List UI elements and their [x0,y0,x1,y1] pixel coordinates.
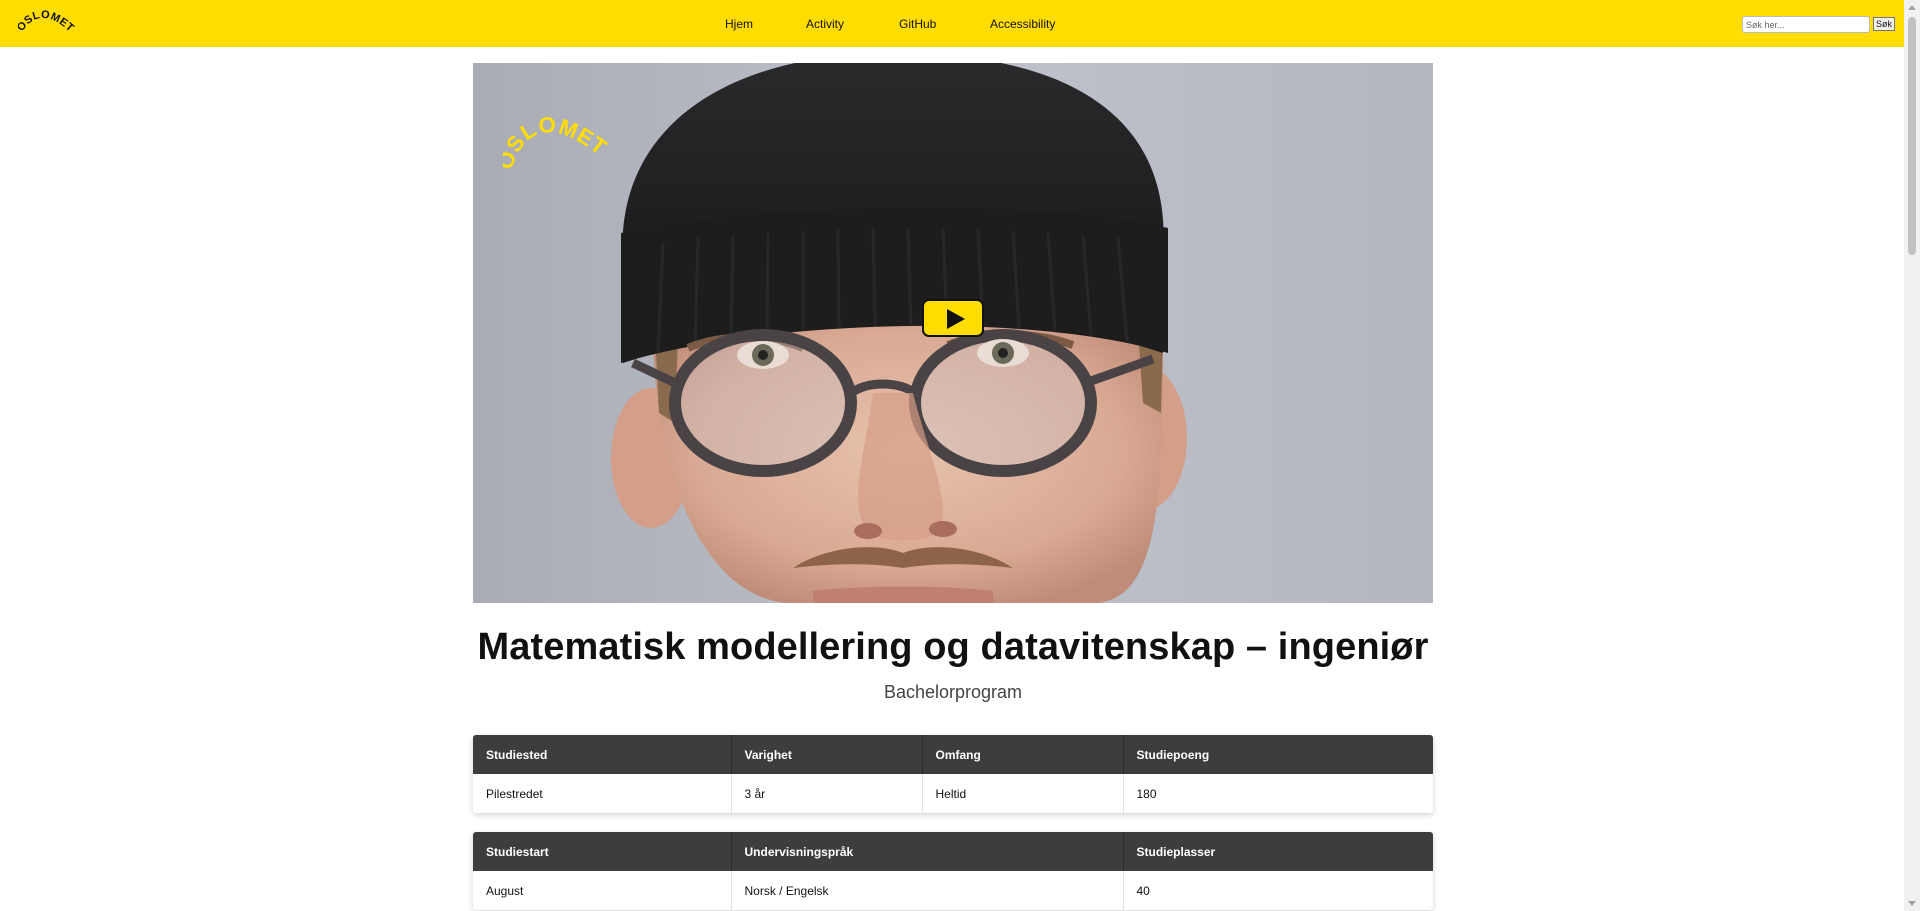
table-header: Studiestart [473,832,732,871]
play-button[interactable] [922,299,984,337]
table-cell: 180 [1123,774,1433,813]
program-info-table-2: Studiestart Undervisningspråk Studieplas… [473,832,1433,910]
scroll-down-arrow-icon[interactable] [1908,901,1916,906]
nav-link-hjem[interactable]: Hjem [725,17,753,31]
page-scrollbar[interactable] [1904,0,1920,911]
video-logo-text: OSLOMET [503,112,611,173]
search-input[interactable] [1742,16,1870,33]
table-header-row: Studiestart Undervisningspråk Studieplas… [473,832,1433,871]
table-row: August Norsk / Engelsk 40 [473,871,1433,910]
table-header: Varighet [731,735,923,774]
scroll-up-arrow-icon[interactable] [1908,5,1916,10]
page-subtitle: Bachelorprogram [883,682,1023,702]
table-header-row: Studiested Varighet Omfang Studiepoeng [473,735,1433,774]
play-icon [947,309,965,329]
table-header: Studieplasser [1123,832,1433,871]
table-header: Studiepoeng [1123,735,1433,774]
video-oslomet-logo: OSLOMET [503,112,612,173]
table-cell: 3 år [731,774,923,813]
table-row: Pilestredet 3 år Heltid 180 [473,774,1433,813]
nav-link-activity[interactable]: Activity [806,17,844,31]
svg-text:OSLOMET: OSLOMET [18,9,76,35]
page-title: Matematisk modellering og datavitenskap … [477,626,1429,668]
logo-text: OSLOMET [18,9,76,35]
oslomet-logo[interactable]: OSLOMET [18,6,76,40]
nav-link-github[interactable]: GitHub [899,17,936,31]
table-header: Omfang [922,735,1124,774]
table-header: Studiested [473,735,732,774]
table-cell: Norsk / Engelsk [731,871,1124,910]
table-cell: August [473,871,732,910]
scrollbar-thumb[interactable] [1908,17,1916,255]
program-video[interactable]: OSLOMET [473,63,1433,603]
top-navigation-bar: OSLOMET Hjem Activity GitHub Accessibili… [0,0,1904,47]
nav-link-accessibility[interactable]: Accessibility [990,17,1055,31]
program-info-table: Studiested Varighet Omfang Studiepoeng P… [473,735,1433,813]
table-cell: Pilestredet [473,774,732,813]
svg-text:OSLOMET: OSLOMET [503,112,612,173]
table-header: Undervisningspråk [731,832,1124,871]
search-button[interactable]: Søk [1873,17,1896,31]
table-cell: Heltid [922,774,1124,813]
table-cell: 40 [1123,871,1433,910]
